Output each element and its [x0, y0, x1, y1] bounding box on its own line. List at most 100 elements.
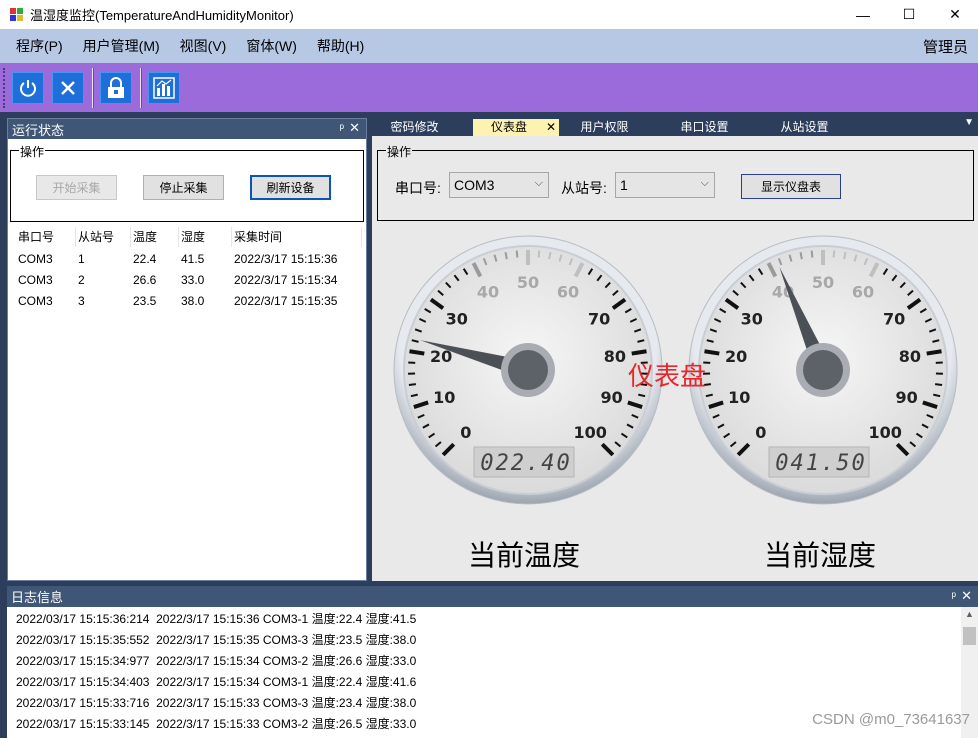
humidity-gauge: 0102030405060708090100041.50	[688, 235, 958, 505]
close-panel-button[interactable]: ✕	[349, 120, 360, 136]
scroll-thumb[interactable]	[963, 627, 976, 645]
tab-label: 密码修改	[390, 120, 439, 134]
gauge-tick	[926, 349, 942, 356]
port-label: 串口号:	[395, 180, 441, 196]
gauge-hub-center	[803, 350, 843, 390]
toolbar-grip[interactable]	[3, 67, 6, 108]
toolbar-separator	[140, 67, 142, 108]
list-item[interactable]: COM3 2 26.6 33.0 2022/3/17 15:15:34	[16, 270, 362, 291]
port-value: COM3	[454, 177, 495, 193]
column-header[interactable]: 采集时间	[232, 227, 362, 247]
gauge-tick-label: 0	[460, 423, 471, 442]
power-icon	[20, 79, 36, 97]
log-line: 2022/03/17 15:15:33:145 2022/3/17 15:15:…	[16, 717, 417, 731]
tab-serial-settings[interactable]: 串口设置	[662, 119, 747, 136]
tab-label: 用户权限	[580, 120, 629, 134]
cell: 38.0	[181, 294, 205, 308]
tab-strip: 密码修改 仪表盘 ✕ 用户权限 串口设置 从站设置 ▼	[372, 117, 978, 136]
menu-help[interactable]: 帮助(H)	[307, 36, 374, 56]
gauge-tick-label: 40	[477, 283, 499, 302]
gauge-tick	[504, 251, 508, 260]
operation-group: 操作 开始采集 停止采集 刷新设备	[10, 143, 364, 222]
dashboard-tab-content: 操作 串口号: COM3 ⌵ 从站号: 1 ⌵ 显示仪盘表 0 10 20 30 40 5…	[372, 136, 978, 581]
log-header: 日志信息 ᵖ ✕	[7, 586, 978, 607]
gauge-tick-label: 50	[517, 273, 539, 292]
watermark: CSDN @m0_73641637	[812, 711, 970, 728]
slave-select[interactable]: 1 ⌵	[615, 172, 715, 198]
gauge-tick-label: 10	[728, 388, 750, 407]
list-item[interactable]: COM3 1 22.4 41.5 2022/3/17 15:15:36	[16, 249, 362, 270]
gauge-tick-label: 90	[896, 388, 918, 407]
cell: 1	[78, 252, 85, 266]
gauge-tick-label: 100	[869, 423, 902, 442]
gauge-tick-label: 90	[601, 388, 623, 407]
close-window-button[interactable]: ✕	[932, 0, 978, 29]
document-area: 密码修改 仪表盘 ✕ 用户权限 串口设置 从站设置 ▼ 操作 串口号: COM3 …	[372, 117, 978, 581]
close-icon	[61, 80, 75, 95]
pin-icon[interactable]: ᵖ	[951, 589, 956, 603]
tab-dashboard[interactable]: 仪表盘 ✕	[473, 119, 559, 136]
dashboard-overlay-label: 仪表盘	[628, 362, 707, 392]
scroll-up-icon[interactable]: ▲	[965, 609, 974, 619]
cell: COM3	[18, 294, 53, 308]
list-item[interactable]: COM3 3 23.5 38.0 2022/3/17 15:15:35	[16, 291, 362, 312]
gauge-tick-label: 0	[755, 423, 766, 442]
gauge-tick	[704, 349, 720, 356]
gauge-tick	[810, 250, 814, 258]
gauge-tick-label: 60	[852, 283, 874, 302]
log-line: 2022/03/17 15:15:34:403 2022/3/17 15:15:…	[16, 675, 417, 689]
column-header[interactable]: 从站号	[76, 227, 131, 247]
log-line: 2022/03/17 15:15:33:716 2022/3/17 15:15:…	[16, 696, 417, 710]
gauge-tick	[631, 349, 647, 356]
menu-program[interactable]: 程序(P)	[6, 36, 73, 56]
gauge-tick-label: 30	[446, 309, 468, 328]
dashboard-button[interactable]	[148, 71, 180, 104]
disconnect-button[interactable]	[52, 71, 84, 104]
gauge-tick	[832, 250, 836, 258]
minimize-button[interactable]: —	[840, 0, 886, 29]
gauge-tick-label: 60	[557, 283, 579, 302]
refresh-device-button[interactable]: 刷新设备	[250, 175, 331, 200]
tab-label: 仪表盘	[491, 120, 528, 134]
column-header[interactable]: 温度	[131, 227, 179, 247]
gauge-tick-label: 10	[433, 388, 455, 407]
maximize-button[interactable]: ☐	[886, 0, 932, 29]
chevron-down-icon: ⌵	[534, 177, 543, 189]
lock-icon	[108, 76, 124, 98]
menu-window[interactable]: 窗体(W)	[236, 36, 307, 56]
current-user: 管理员	[922, 38, 968, 56]
lock-button[interactable]	[100, 71, 132, 104]
toolbar-separator	[92, 67, 94, 108]
cell: 2022/3/17 15:15:34	[234, 273, 338, 287]
cell: 41.5	[181, 252, 205, 266]
pin-icon[interactable]: ᵖ	[339, 121, 344, 135]
close-panel-button[interactable]: ✕	[961, 588, 972, 604]
column-header[interactable]: 湿度	[179, 227, 232, 247]
start-collect-button[interactable]: 开始采集	[36, 175, 117, 200]
tab-label: 串口设置	[680, 120, 729, 134]
tab-menu-icon[interactable]: ▼	[964, 117, 974, 128]
gauge-tick-label: 30	[741, 309, 763, 328]
run-status-panel: 运行状态 ᵖ ✕ 操作 开始采集 停止采集 刷新设备 串口号 从站号 温度 湿度…	[7, 118, 367, 581]
menu-view[interactable]: 视图(V)	[170, 36, 237, 56]
gauge-tick	[537, 250, 541, 258]
power-button[interactable]	[12, 71, 44, 104]
panel-header: 运行状态 ᵖ ✕	[8, 119, 366, 139]
tab-slave-settings[interactable]: 从站设置	[762, 119, 847, 136]
gauge-tick	[515, 250, 519, 258]
stop-collect-button[interactable]: 停止采集	[143, 175, 224, 200]
title-bar: 温湿度监控(TemperatureAndHumidityMonitor) — ☐…	[0, 0, 978, 29]
tab-close-button[interactable]: ✕	[546, 119, 556, 136]
menu-user-management[interactable]: 用户管理(M)	[73, 36, 170, 56]
port-select[interactable]: COM3 ⌵	[449, 172, 549, 198]
gauge-tick-label: 70	[588, 309, 610, 328]
show-dashboard-button[interactable]: 显示仪盘表	[741, 174, 841, 199]
gauge-tick	[408, 383, 417, 387]
toolbar	[0, 63, 978, 112]
tab-password[interactable]: 密码修改	[372, 119, 457, 136]
gauge-tick-label: 70	[883, 309, 905, 328]
cell: 2022/3/17 15:15:35	[234, 294, 338, 308]
column-header[interactable]: 串口号	[16, 227, 76, 247]
temperature-gauge: 0102030405060708090100022.40	[393, 235, 663, 505]
tab-user-permission[interactable]: 用户权限	[562, 119, 647, 136]
